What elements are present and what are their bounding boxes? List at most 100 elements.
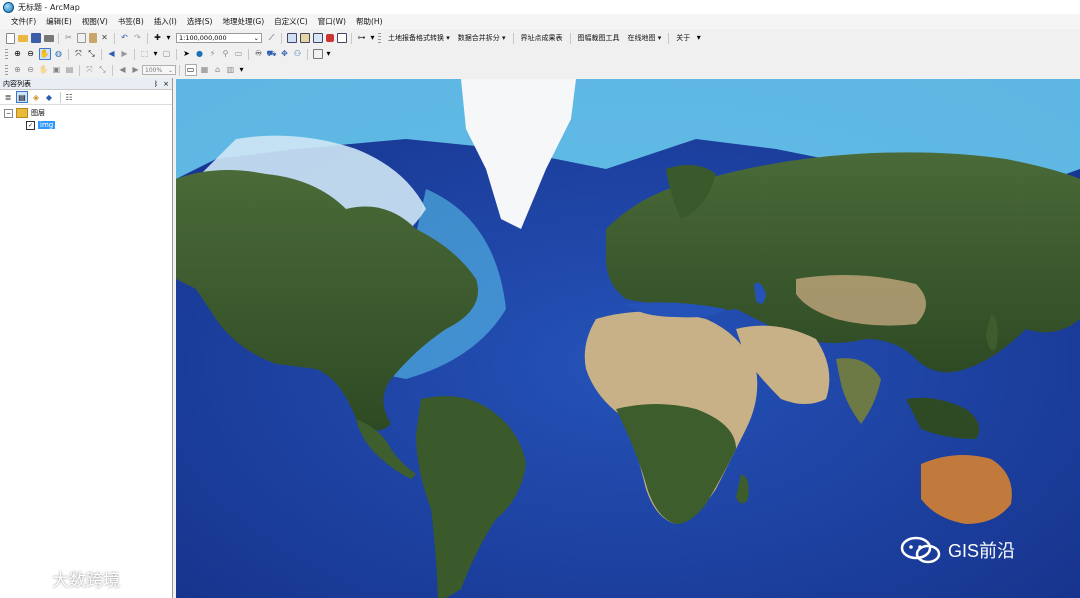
layout-window-icon[interactable] [286,33,297,43]
html-popup-icon[interactable]: ⚡ [208,49,218,59]
arctoolbox-icon[interactable] [325,34,334,42]
toolbar-options-icon[interactable]: ▾ [696,33,702,43]
menu-selection[interactable]: 选择(S) [182,16,218,27]
select-features-icon[interactable]: ⬚ [140,49,150,59]
menu-online-map[interactable]: 在线地图 ▾ [624,33,666,43]
focus-data-frame-icon[interactable]: ▦ [200,65,210,75]
menu-help[interactable]: 帮助(H) [351,16,388,27]
layout-pan-icon[interactable]: ✋ [39,65,49,75]
menu-data-merge-split[interactable]: 数据合并拆分 ▾ [454,33,510,43]
layer-row[interactable]: ✓ img [0,119,172,131]
editor-toolbar-icon[interactable]: ⟋ [267,33,277,43]
zoom-100-icon[interactable]: ▤ [65,65,75,75]
pan-hand-icon[interactable]: ✋ [38,48,51,60]
identify-icon[interactable]: ● [195,49,205,59]
toolbar-options-icon[interactable]: ▾ [239,65,245,75]
menu-view[interactable]: 视图(V) [77,16,113,27]
pin-icon[interactable]: ᛒ [154,80,158,88]
close-icon[interactable]: × [163,80,169,88]
layout-zoom-value: 100% [145,66,163,74]
fixed-zoom-in-icon[interactable]: ⤧ [74,49,84,59]
find-binoculars-icon[interactable]: ♾ [254,49,264,59]
layout-back-icon[interactable]: ◀ [118,65,128,75]
select-elements-arrow-icon[interactable]: ➤ [182,49,192,59]
add-data-icon[interactable]: ✚ [153,33,163,43]
modelbuilder-icon[interactable]: ⊶ [357,33,367,43]
about-button[interactable]: 关于 [672,33,694,43]
new-document-icon[interactable] [5,32,15,44]
watermark-left: 大数跨境 [8,566,120,591]
print-icon[interactable] [43,34,54,42]
menu-windows[interactable]: 窗口(W) [313,16,351,27]
layout-fixed-zoom-out-icon[interactable]: ⤡ [98,65,108,75]
open-folder-icon[interactable] [17,34,28,42]
back-arrow-icon[interactable]: ◀ [107,49,117,59]
layout-forward-icon[interactable]: ▶ [131,65,141,75]
toggle-draft-mode-icon[interactable]: ▭ [184,64,197,76]
list-by-selection-icon[interactable]: ◆ [44,92,54,102]
redo-icon[interactable]: ↷ [133,33,143,43]
separator [248,48,249,60]
create-viewer-window-icon[interactable] [312,49,323,59]
list-by-visibility-icon[interactable]: ◈ [31,92,41,102]
standard-toolbar: ✂ ✕ ↶ ↷ ✚ ▾ 1:100,000,000 ⌄ ⟋ ⊶ ▾ 土地报备格式转… [0,30,1080,46]
undo-icon[interactable]: ↶ [120,33,130,43]
menu-edit[interactable]: 编辑(E) [41,16,77,27]
list-by-drawing-order-icon[interactable]: ≣ [3,92,13,102]
menu-file[interactable]: 文件(F) [6,16,41,27]
save-icon[interactable] [30,33,41,43]
collapse-icon[interactable]: − [4,108,13,118]
find-route-icon[interactable]: ⛟ [266,49,276,59]
fixed-zoom-out-icon[interactable]: ⤡ [87,49,97,59]
layout-zoom-out-icon[interactable]: ⊖ [26,65,36,75]
layers-folder-icon [16,108,28,118]
toolbar-grip[interactable] [5,64,8,76]
change-layout-icon[interactable]: ⌂ [213,65,223,75]
measure-icon[interactable]: ▭ [234,49,244,59]
layout-zoom-in-icon[interactable]: ⊕ [13,65,23,75]
separator [60,91,61,103]
delete-icon[interactable]: ✕ [100,33,110,43]
separator [179,64,180,76]
copy-icon[interactable] [76,33,86,43]
cut-icon[interactable]: ✂ [64,33,74,43]
chevron-down-icon[interactable]: ▾ [166,33,172,43]
chevron-down-icon[interactable]: ▾ [153,49,159,59]
hyperlink-icon[interactable]: ⚲ [221,49,231,59]
forward-arrow-icon[interactable]: ▶ [120,49,130,59]
map-display[interactable] [176,79,1080,598]
clear-selection-icon[interactable]: ▢ [162,49,172,59]
layout-zoom-dropdown[interactable]: 100% ⌄ [142,65,176,75]
layout-fixed-zoom-in-icon[interactable]: ⤧ [85,65,95,75]
world-imagery-map [176,79,1080,598]
zoom-out-icon[interactable]: ⊖ [26,49,36,59]
boundary-point-table-button[interactable]: 界址点成果表 [517,33,567,43]
time-slider-icon[interactable]: ⚇ [293,49,303,59]
paste-icon[interactable] [88,33,97,43]
table-icon[interactable] [312,33,323,43]
full-extent-icon[interactable]: ◍ [54,49,64,59]
toolbar-options-icon[interactable]: ▾ [326,49,332,59]
toc-options-icon[interactable]: ☷ [64,92,74,102]
menu-bookmarks[interactable]: 书签(B) [113,16,149,27]
toolbar-options-icon[interactable]: ▾ [370,33,376,43]
sheet-clip-tool-button[interactable]: 图幅裁图工具 [574,33,624,43]
menu-customize[interactable]: 自定义(C) [269,16,313,27]
zoom-in-icon[interactable]: ⊕ [13,49,23,59]
data-driven-pages-icon[interactable]: ▥ [226,65,236,75]
toolbar-grip[interactable] [5,48,8,60]
go-to-xy-icon[interactable]: ✥ [280,49,290,59]
map-scale-dropdown[interactable]: 1:100,000,000 ⌄ [176,33,262,43]
arcmap-globe-icon [3,1,14,13]
layer-visibility-checkbox[interactable]: ✓ [26,120,35,130]
menu-land-format-convert[interactable]: 土地报备格式转换 ▾ [384,33,454,43]
arccatalog-icon[interactable] [299,33,310,43]
layer-label[interactable]: img [38,121,56,129]
menu-geoprocessing[interactable]: 地理处理(G) [217,16,269,27]
menu-insert[interactable]: 插入(I) [149,16,182,27]
toolbar-grip[interactable] [378,32,381,44]
layer-group-row[interactable]: − 图层 [0,107,172,119]
list-by-source-icon[interactable]: ▤ [16,91,28,103]
zoom-whole-page-icon[interactable]: ▣ [52,65,62,75]
python-window-icon[interactable] [336,33,347,43]
